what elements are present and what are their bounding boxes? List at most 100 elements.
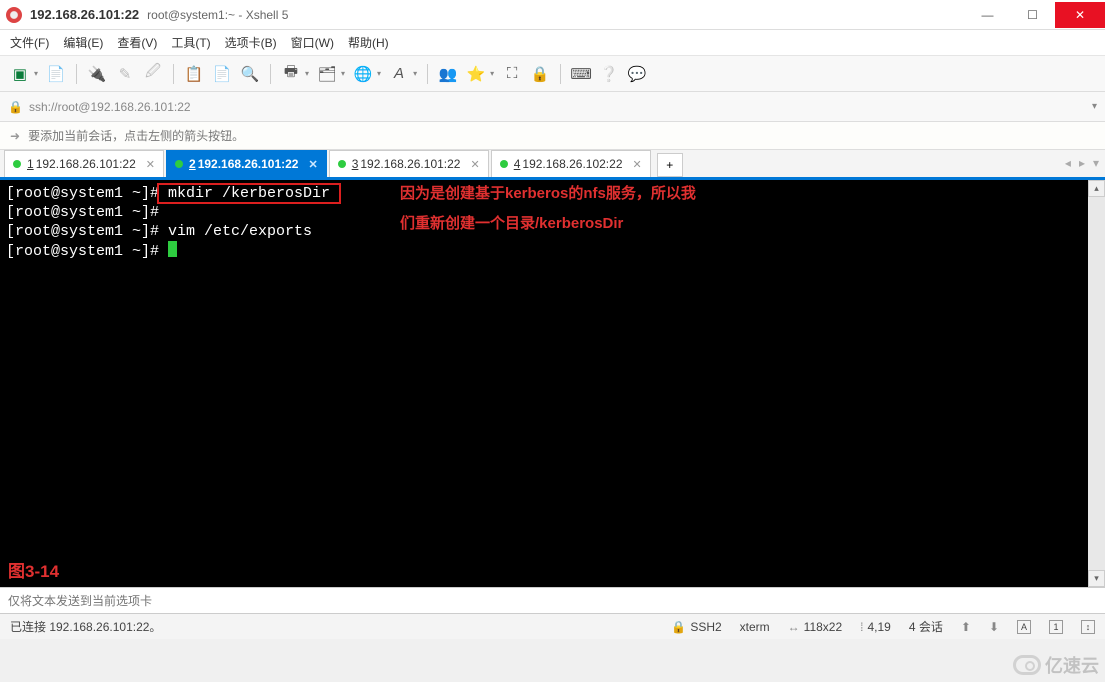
tab-close-icon[interactable]: ✕ [470, 158, 479, 171]
tab-label: 192.168.26.101:22 [360, 157, 460, 171]
tab-close-icon[interactable]: ✕ [146, 158, 155, 171]
num-indicator: 1 [1049, 620, 1063, 634]
dropdown-icon[interactable]: ▾ [377, 69, 381, 78]
watermark: 亿速云 [1013, 652, 1099, 678]
keyboard-icon[interactable]: ⌨ [569, 62, 593, 86]
window-title-sub: root@system1:~ - Xshell 5 [147, 8, 288, 22]
menu-file[interactable]: 文件(F) [10, 34, 49, 51]
dropdown-icon[interactable]: ▾ [305, 69, 309, 78]
status-sessions: 4 会话 [909, 618, 943, 635]
lock-icon: 🔒 [8, 100, 23, 114]
dropdown-icon[interactable]: ▾ [34, 69, 38, 78]
address-text[interactable]: ssh://root@192.168.26.101:22 [29, 100, 1092, 114]
separator [76, 64, 77, 84]
open-icon[interactable]: 📄 [44, 62, 68, 86]
status-dot-icon [338, 160, 346, 168]
paste-icon[interactable]: 📄 [210, 62, 234, 86]
cursor-icon: ⁞ [860, 620, 863, 634]
print-icon[interactable]: 🖶 [279, 62, 303, 86]
status-dot-icon [175, 160, 183, 168]
menu-tabs[interactable]: 选项卡(B) [225, 34, 277, 51]
annotation-text-2: 们重新创建一个目录/kerberosDir [400, 214, 623, 233]
status-down-icon[interactable]: ⬇ [989, 620, 999, 634]
font-icon[interactable]: A [387, 62, 411, 86]
add-tab-button[interactable]: + [657, 153, 683, 177]
tab-number: 2 [189, 157, 196, 171]
send-input[interactable] [8, 594, 1097, 608]
color-icon[interactable]: 🗂 [315, 62, 339, 86]
disconnect-icon[interactable]: ✎ [113, 62, 137, 86]
address-dropdown-icon[interactable]: ▾ [1092, 101, 1097, 112]
dropdown-icon[interactable]: ▾ [341, 69, 345, 78]
menu-help[interactable]: 帮助(H) [348, 34, 389, 51]
help-icon[interactable]: ❔ [597, 62, 621, 86]
session-tab-2[interactable]: 2 192.168.26.101:22 ✕ [166, 150, 327, 177]
lock-icon: 🔒 [671, 620, 686, 634]
tab-number: 3 [352, 157, 359, 171]
session-tab-1[interactable]: 1 192.168.26.101:22 ✕ [4, 150, 164, 177]
session-tab-3[interactable]: 3 192.168.26.101:22 ✕ [329, 150, 489, 177]
scroll-indicator: ↕ [1081, 620, 1095, 634]
status-connection: 已连接 192.168.26.101:22。 [10, 618, 653, 635]
separator [560, 64, 561, 84]
status-term-type: xterm [740, 620, 770, 634]
status-dot-icon [13, 160, 21, 168]
menu-edit[interactable]: 编辑(E) [63, 34, 103, 51]
chat-icon[interactable]: 💬 [625, 62, 649, 86]
separator [427, 64, 428, 84]
menu-window[interactable]: 窗口(W) [291, 34, 334, 51]
star-icon[interactable]: ⭐ [464, 62, 488, 86]
scroll-up-icon[interactable]: ▴ [1088, 180, 1105, 197]
caps-indicator: A [1017, 620, 1031, 634]
session-tabstrip: 1 192.168.26.101:22 ✕ 2 192.168.26.101:2… [0, 150, 1105, 180]
tab-menu-icon[interactable]: ▾ [1093, 156, 1099, 170]
window-controls: — ☐ ✕ [965, 2, 1105, 28]
users-icon[interactable]: 👥 [436, 62, 460, 86]
status-up-icon[interactable]: ⬆ [961, 620, 971, 634]
minimize-button[interactable]: — [965, 2, 1010, 28]
tab-label: 192.168.26.102:22 [522, 157, 622, 171]
terminal-prompt: [root@system1 ~]# [6, 185, 159, 202]
dropdown-icon[interactable]: ▾ [490, 69, 494, 78]
resize-icon: ↔ [788, 620, 800, 634]
info-bar: ➜ 要添加当前会话，点击左侧的箭头按钮。 [0, 122, 1105, 150]
tab-label: 192.168.26.101:22 [198, 157, 299, 171]
menu-view[interactable]: 查看(V) [117, 34, 157, 51]
session-tab-4[interactable]: 4 192.168.26.102:22 ✕ [491, 150, 651, 177]
window-title-main: 192.168.26.101:22 [30, 7, 139, 22]
highlighted-command: mkdir /kerberosDir [159, 185, 339, 202]
status-ssh: 🔒SSH2 [671, 620, 721, 634]
find-icon[interactable]: 🔍 [238, 62, 262, 86]
menu-tools[interactable]: 工具(T) [171, 34, 210, 51]
tab-number: 1 [27, 157, 34, 171]
properties-icon[interactable]: 🖉 [141, 62, 165, 86]
tab-close-icon[interactable]: ✕ [308, 158, 317, 171]
toolbar: ▣▾ 📄 🔌 ✎ 🖉 📋 📄 🔍 🖶▾ 🗂▾ 🌐▾ A▾ 👥 ⭐▾ ⛶ 🔒 ⌨ … [0, 56, 1105, 92]
copy-icon[interactable]: 📋 [182, 62, 206, 86]
figure-label: 图3-14 [8, 562, 59, 581]
scroll-track[interactable] [1088, 197, 1105, 570]
reconnect-icon[interactable]: 🔌 [85, 62, 109, 86]
scroll-down-icon[interactable]: ▾ [1088, 570, 1105, 587]
globe-icon[interactable]: 🌐 [351, 62, 375, 86]
fullscreen-icon[interactable]: ⛶ [500, 62, 524, 86]
maximize-button[interactable]: ☐ [1010, 2, 1055, 28]
tab-next-icon[interactable]: ▸ [1079, 156, 1085, 170]
tab-label: 192.168.26.101:22 [36, 157, 136, 171]
tab-prev-icon[interactable]: ◂ [1065, 156, 1071, 170]
annotation-text-1: 因为是创建基于kerberos的nfs服务，所以我 [400, 184, 696, 203]
new-session-icon[interactable]: ▣ [8, 62, 32, 86]
window-titlebar: 192.168.26.101:22 root@system1:~ - Xshel… [0, 0, 1105, 30]
terminal-scrollbar[interactable]: ▴ ▾ [1088, 180, 1105, 587]
dropdown-icon[interactable]: ▾ [413, 69, 417, 78]
terminal-container: [root@system1 ~]# mkdir /kerberosDir [ro… [0, 180, 1105, 587]
separator [270, 64, 271, 84]
terminal-output[interactable]: [root@system1 ~]# mkdir /kerberosDir [ro… [0, 180, 1088, 587]
close-button[interactable]: ✕ [1055, 2, 1105, 28]
tab-close-icon[interactable]: ✕ [633, 158, 642, 171]
lock-icon[interactable]: 🔒 [528, 62, 552, 86]
info-text: 要添加当前会话，点击左侧的箭头按钮。 [28, 127, 244, 144]
arrow-icon[interactable]: ➜ [10, 129, 20, 143]
send-command-bar [0, 587, 1105, 613]
menubar: 文件(F) 编辑(E) 查看(V) 工具(T) 选项卡(B) 窗口(W) 帮助(… [0, 30, 1105, 56]
